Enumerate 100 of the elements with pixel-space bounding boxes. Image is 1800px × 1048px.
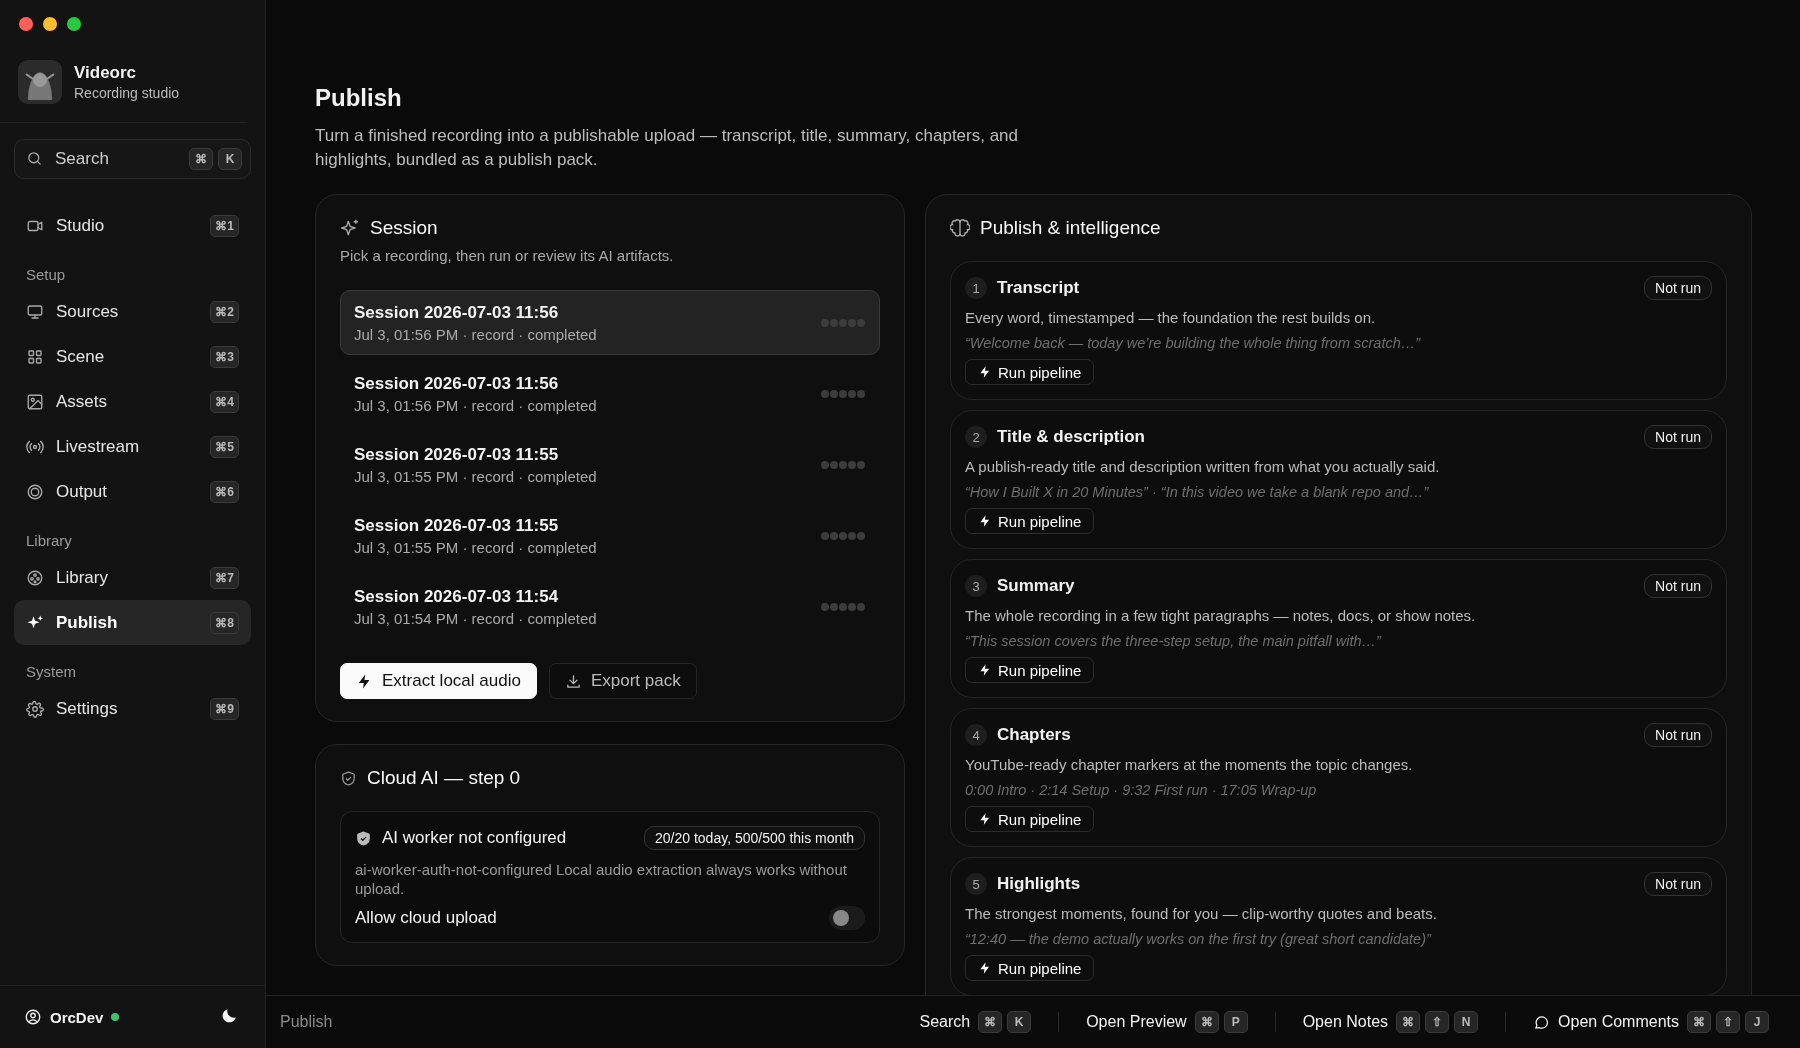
minimize-window-button[interactable]	[43, 17, 57, 31]
step-description: A publish-ready title and description written from what you actually said.	[965, 458, 1441, 475]
shortcut-button[interactable]: Search ⌘ K	[906, 1011, 1045, 1033]
key-hint: N	[1454, 1011, 1479, 1033]
nav-section-heading: Library	[25, 531, 73, 551]
nav-item[interactable]: Output ⌘6	[14, 469, 251, 514]
film-reel-icon	[26, 568, 44, 587]
nav-item[interactable]: Publish ⌘8	[14, 600, 251, 645]
session-row[interactable]: Session 2026-07-03 11:56 Jul 3, 01:56 PM · record · completed	[340, 361, 880, 426]
dots-icon	[820, 459, 866, 470]
step-number: 3	[965, 575, 987, 597]
step-number: 1	[965, 277, 987, 299]
session-meta: Jul 3, 01:54 PM · record · completed	[354, 609, 598, 627]
nav-section-heading: System	[25, 662, 77, 682]
app-name: Videorc	[74, 63, 138, 83]
step-sample: “Welcome back — today we’re building the whole thing from scratch…”	[965, 335, 1422, 351]
step-number: 2	[965, 426, 987, 448]
session-meta: Jul 3, 01:55 PM · record · completed	[354, 467, 598, 485]
brain-icon	[950, 218, 970, 238]
step-title: Transcript	[997, 278, 1081, 298]
key-hint: P	[1223, 1011, 1248, 1033]
session-row[interactable]: Session 2026-07-03 11:55 Jul 3, 01:55 PM · record · completed	[340, 503, 880, 568]
dots-icon	[820, 317, 866, 328]
lightning-icon	[978, 365, 992, 379]
status-badge: Not run	[1644, 425, 1712, 449]
session-title: Session 2026-07-03 11:56	[354, 373, 560, 394]
session-row[interactable]: Session 2026-07-03 11:55 Jul 3, 01:55 PM · record · completed	[340, 432, 880, 497]
shield-icon	[340, 769, 357, 787]
key-hint: K	[1007, 1011, 1032, 1033]
worker-status-title: AI worker not configured	[382, 828, 568, 848]
key-hint: ⇧	[1425, 1011, 1450, 1033]
shortcut-button[interactable]: Open Comments ⌘ ⇧ J	[1520, 1011, 1782, 1033]
session-title: Session 2026-07-03 11:55	[354, 515, 560, 536]
session-meta: Jul 3, 01:55 PM · record · completed	[354, 538, 598, 556]
dots-icon	[820, 601, 866, 612]
step-sample: “This session covers the three-step setup, the main pitfall with…”	[965, 633, 1383, 649]
toggle-label: Allow cloud upload	[355, 908, 498, 928]
run-pipeline-button[interactable]: Run pipeline	[965, 955, 1095, 981]
app-subtitle: Recording studio	[74, 85, 180, 101]
step-title: Summary	[997, 576, 1076, 596]
step-title: Highlights	[997, 874, 1082, 894]
step-number: 4	[965, 724, 987, 746]
run-pipeline-button[interactable]: Run pipeline	[965, 359, 1095, 385]
nav-item[interactable]: Assets ⌘4	[14, 379, 251, 424]
current-location: Publish	[280, 1013, 334, 1031]
session-meta: Jul 3, 01:56 PM · record · completed	[354, 396, 598, 414]
run-pipeline-button[interactable]: Run pipeline	[965, 508, 1095, 534]
session-meta: Jul 3, 01:56 PM · record · completed	[354, 325, 598, 343]
lightning-icon	[978, 961, 992, 975]
search-icon	[26, 150, 43, 167]
session-title: Session 2026-07-03 11:54	[354, 586, 560, 607]
dots-icon	[820, 530, 866, 541]
session-row[interactable]: Session 2026-07-03 11:54 Jul 3, 01:54 PM · record · completed	[340, 574, 880, 639]
lightning-icon	[978, 812, 992, 826]
close-window-button[interactable]	[19, 17, 33, 31]
dots-icon	[820, 388, 866, 399]
extract-audio-button[interactable]: Extract local audio	[340, 663, 537, 699]
nav-item[interactable]: Livestream ⌘5	[14, 424, 251, 469]
grid-icon	[26, 347, 44, 366]
key-hint: ⌘	[1687, 1011, 1711, 1033]
export-button[interactable]: Export pack	[548, 663, 697, 699]
nav-item[interactable]: Sources ⌘2	[14, 289, 251, 334]
cloud-upload-toggle[interactable]	[829, 906, 865, 930]
step-title: Title & description	[997, 427, 1146, 447]
key-hint: ⌘	[1194, 1011, 1219, 1033]
page-description: Turn a finished recording into a publishable upload — transcript, title, summary, chapters, and highlights, bundled as a publish pack.	[315, 125, 1020, 171]
shield-check-icon	[355, 829, 372, 847]
status-badge: Not run	[1644, 723, 1712, 747]
speech-bubble-icon	[1533, 1013, 1551, 1031]
lightning-icon	[978, 514, 992, 528]
run-pipeline-button[interactable]: Run pipeline	[965, 806, 1095, 832]
step-sample: 0:00 Intro · 2:14 Setup · 9:32 First run · 17:05 Wrap-up	[965, 782, 1318, 798]
nav-item[interactable]: Settings ⌘9	[14, 686, 251, 731]
step-sample: “12:40 — the demo actually works on the first try (great short candidate)”	[965, 931, 1433, 947]
status-badge: Not run	[1644, 276, 1712, 300]
status-badge: Not run	[1644, 574, 1712, 598]
nav-item[interactable]: Studio ⌘1	[14, 203, 251, 248]
user-icon	[24, 1008, 42, 1026]
key-hint: J	[1745, 1011, 1769, 1033]
quota-badge: 20/20 today, 500/500 this month	[644, 826, 865, 850]
nav-section-heading: Setup	[25, 265, 67, 285]
shortcut-button[interactable]: Open Notes ⌘ ⇧ N	[1289, 1011, 1492, 1033]
step-description: The strongest moments, found for you — clip-worthy quotes and beats.	[965, 905, 1438, 922]
sparkle-icon	[340, 218, 360, 238]
shortcut-button[interactable]: Open Preview ⌘ P	[1073, 1011, 1261, 1033]
key-hint: ⇧	[1716, 1011, 1740, 1033]
nav-item[interactable]: Library ⌘7	[14, 555, 251, 600]
ring-icon	[26, 482, 44, 501]
session-row[interactable]: Session 2026-07-03 11:56 Jul 3, 01:56 PM · record · completed	[340, 290, 880, 355]
key-hint: ⌘	[978, 1011, 1003, 1033]
key-hint: ⌘	[189, 148, 213, 170]
download-icon	[564, 672, 582, 690]
nav-item[interactable]: Scene ⌘3	[14, 334, 251, 379]
image-icon	[26, 392, 44, 411]
step-description: Every word, timestamped — the foundation the rest builds on.	[965, 309, 1377, 326]
zoom-window-button[interactable]	[67, 17, 81, 31]
worker-status-message: ai-worker-auth-not-configured Local audio extraction always works without upload.	[355, 860, 848, 898]
run-pipeline-button[interactable]: Run pipeline	[965, 657, 1095, 683]
panel-subtitle: Pick a recording, then run or review its AI artifacts.	[340, 247, 675, 264]
lightning-icon	[978, 663, 992, 677]
